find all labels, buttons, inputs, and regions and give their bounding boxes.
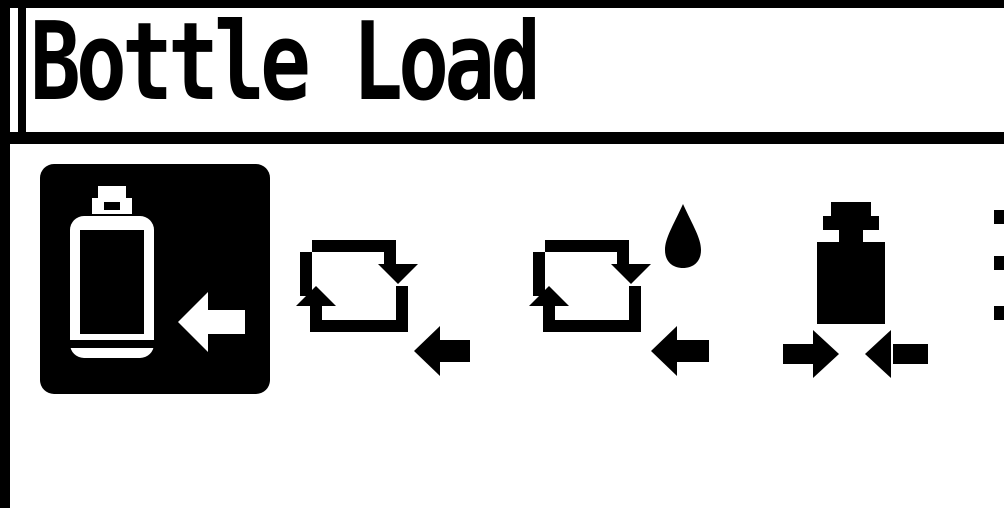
menu-item-weight-compress[interactable] [783, 202, 928, 382]
header-left-border [18, 0, 26, 140]
more-options-icon [994, 210, 1004, 320]
circulate-drop-load-icon [529, 204, 709, 376]
header-divider [0, 132, 1004, 144]
icon-menu [0, 150, 1004, 410]
page-title: Bottle Load [30, 0, 541, 125]
menu-item-bottle-load[interactable] [40, 164, 270, 394]
device-screen: Bottle Load [0, 0, 1004, 508]
menu-item-circulate-load[interactable] [290, 230, 470, 410]
weight-compress-icon [783, 202, 928, 378]
circulate-load-icon [296, 240, 470, 376]
bottle-load-icon [40, 164, 270, 394]
menu-item-more[interactable] [994, 210, 1004, 330]
menu-item-circulate-drop-load[interactable] [523, 200, 713, 410]
